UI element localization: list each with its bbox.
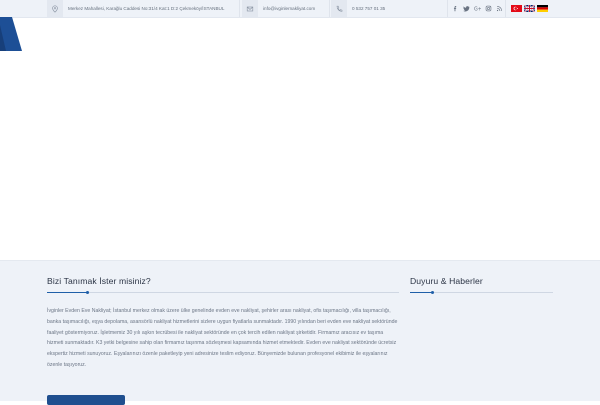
rss-icon[interactable]	[496, 5, 503, 13]
twitter-icon[interactable]	[463, 5, 470, 13]
about-accent-line	[47, 292, 87, 293]
phone-link[interactable]: 0 532 757 01 35	[352, 0, 385, 17]
divider	[239, 0, 240, 17]
news-title: Duyuru & Haberler	[410, 276, 483, 286]
location-pin-icon	[47, 0, 63, 17]
google-plus-icon[interactable]: G+	[474, 5, 481, 13]
tr-flag-icon[interactable]	[511, 5, 522, 12]
about-text: İvginler Evden Eve Nakliyat; İstanbul me…	[47, 308, 398, 368]
facebook-icon[interactable]	[452, 5, 459, 13]
decorative-corner	[0, 17, 22, 51]
divider	[447, 0, 448, 17]
news-accent-dot	[431, 291, 434, 294]
divider	[329, 0, 330, 17]
top-info-bar: Merkez Mahallesi, Karağlu Caddesi No:31/…	[0, 0, 600, 18]
envelope-icon	[242, 0, 258, 17]
divider	[505, 0, 506, 17]
address-text: Merkez Mahallesi, Karağlu Caddesi No:31/…	[68, 6, 225, 11]
svg-text:G+: G+	[474, 6, 481, 12]
en-flag-icon[interactable]	[524, 5, 535, 12]
instagram-icon[interactable]	[485, 5, 492, 13]
language-switcher	[511, 5, 548, 12]
read-more-button[interactable]	[47, 395, 125, 405]
phone-icon	[331, 0, 347, 17]
about-accent-dot	[86, 291, 89, 294]
email-link[interactable]: info@ivginlernakliyat.com	[263, 0, 315, 17]
social-links: G+	[452, 0, 503, 17]
about-title-rule	[47, 292, 399, 293]
de-flag-icon[interactable]	[537, 5, 548, 12]
about-title: Bizi Tanımak İster misiniz?	[47, 276, 151, 286]
news-accent-line	[410, 292, 432, 293]
